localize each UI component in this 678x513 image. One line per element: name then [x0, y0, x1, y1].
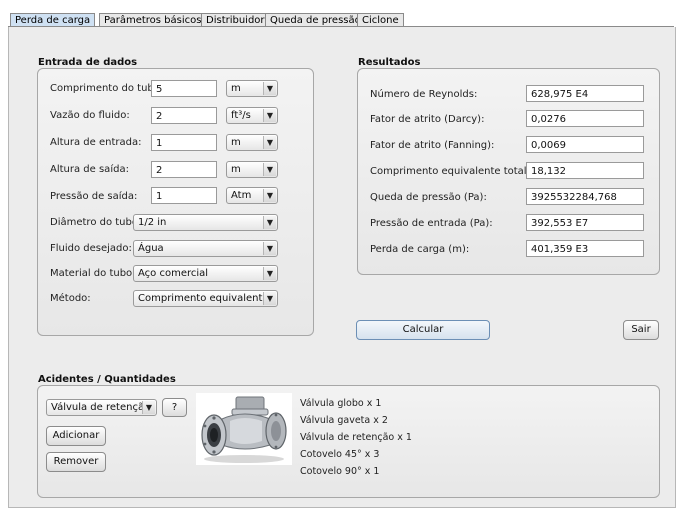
list-item: Cotovelo 90° x 1: [300, 466, 380, 477]
vazao-unit-select[interactable]: ft³/s ▼: [226, 107, 278, 124]
fluido-value: Água: [138, 243, 164, 254]
metodo-value: Comprimento equivalente: [138, 293, 269, 304]
diametro-value: 1/2 in: [138, 217, 167, 228]
altura-saida-label: Altura de saída:: [50, 164, 129, 175]
comprimento-unit-value: m: [231, 83, 241, 94]
list-item: Válvula de retenção x 1: [300, 432, 412, 443]
darcy-value[interactable]: 0,0276: [526, 110, 644, 127]
metodo-label: Método:: [50, 293, 91, 304]
reynolds-value[interactable]: 628,975 E4: [526, 85, 644, 102]
material-select[interactable]: Aço comercial ▼: [133, 265, 278, 282]
fluido-label: Fluido desejado:: [50, 243, 132, 254]
perda-carga-value[interactable]: 401,359 E3: [526, 240, 644, 257]
altura-entrada-input[interactable]: 1: [151, 134, 217, 151]
app-window: Perda de carga Parâmetros básicos Distri…: [0, 0, 678, 513]
list-item: Válvula gaveta x 2: [300, 415, 388, 426]
vazao-input[interactable]: 2: [151, 107, 217, 124]
chevron-down-icon: ▼: [263, 163, 276, 176]
list-item: Válvula globo x 1: [300, 398, 382, 409]
chevron-down-icon: ▼: [263, 136, 276, 149]
comprimento-unit-select[interactable]: m ▼: [226, 80, 278, 97]
material-label: Material do tubo:: [50, 268, 136, 279]
chevron-down-icon: ▼: [263, 242, 276, 255]
vazao-label: Vazão do fluido:: [50, 110, 130, 121]
tab-parametros-basicos[interactable]: Parâmetros básicos: [99, 13, 207, 27]
acidentes-list: Válvula globo x 1 Válvula gaveta x 2 Vál…: [300, 395, 412, 480]
chevron-down-icon: ▼: [263, 216, 276, 229]
comprimento-equivalente-value[interactable]: 18,132: [526, 162, 644, 179]
queda-pressao-value[interactable]: 3925532284,768: [526, 188, 644, 205]
fanning-value[interactable]: 0,0069: [526, 136, 644, 153]
pressao-saida-unit-value: Atm: [231, 190, 252, 201]
tab-distribuidor[interactable]: Distribuidor: [201, 13, 270, 27]
vazao-unit-value: ft³/s: [231, 110, 251, 121]
chevron-down-icon: ▼: [263, 189, 276, 202]
tab-ciclone[interactable]: Ciclone: [357, 13, 404, 27]
result-label: Fator de atrito (Darcy):: [370, 114, 485, 125]
altura-entrada-unit-value: m: [231, 137, 241, 148]
pressao-saida-input[interactable]: 1: [151, 187, 217, 204]
check-valve-image: [196, 393, 292, 465]
altura-saida-input[interactable]: 2: [151, 161, 217, 178]
diametro-label: Diâmetro do tubo:: [50, 217, 142, 228]
pressao-saida-unit-select[interactable]: Atm ▼: [226, 187, 278, 204]
acidentes-title: Acidentes / Quantidades: [38, 374, 176, 385]
list-item: Cotovelo 45° x 3: [300, 449, 380, 460]
result-label: Perda de carga (m):: [370, 244, 470, 255]
adicionar-button[interactable]: Adicionar: [46, 426, 106, 446]
diametro-select[interactable]: 1/2 in ▼: [133, 214, 278, 231]
tab-queda-de-pressao[interactable]: Queda de pressão: [265, 13, 366, 27]
comprimento-input[interactable]: 5: [151, 80, 217, 97]
help-button[interactable]: ?: [162, 398, 187, 417]
sair-button[interactable]: Sair: [623, 320, 659, 340]
result-label: Fator de atrito (Fanning):: [370, 140, 495, 151]
result-label: Pressão de entrada (Pa):: [370, 218, 493, 229]
material-value: Aço comercial: [138, 268, 209, 279]
result-label: Queda de pressão (Pa):: [370, 192, 487, 203]
chevron-down-icon: ▼: [263, 109, 276, 122]
altura-entrada-unit-select[interactable]: m ▼: [226, 134, 278, 151]
comprimento-label: Comprimento do tubo:: [50, 83, 164, 94]
remover-button[interactable]: Remover: [46, 452, 106, 472]
altura-entrada-label: Altura de entrada:: [50, 137, 142, 148]
result-label: Comprimento equivalente total (m):: [370, 166, 551, 177]
pressao-saida-label: Pressão de saída:: [50, 191, 138, 202]
acidente-value: Válvula de retenção: [51, 402, 151, 413]
chevron-down-icon: ▼: [142, 401, 155, 414]
chevron-down-icon: ▼: [263, 292, 276, 305]
altura-saida-unit-select[interactable]: m ▼: [226, 161, 278, 178]
fluido-select[interactable]: Água ▼: [133, 240, 278, 257]
pressao-entrada-value[interactable]: 392,553 E7: [526, 214, 644, 231]
chevron-down-icon: ▼: [263, 267, 276, 280]
calcular-button[interactable]: Calcular: [356, 320, 490, 340]
entrada-title: Entrada de dados: [38, 57, 138, 68]
metodo-select[interactable]: Comprimento equivalente ▼: [133, 290, 278, 307]
acidente-select[interactable]: Válvula de retenção ▼: [46, 399, 157, 416]
result-label: Número de Reynolds:: [370, 89, 478, 100]
chevron-down-icon: ▼: [263, 82, 276, 95]
altura-saida-unit-value: m: [231, 164, 241, 175]
resultados-title: Resultados: [358, 57, 421, 68]
